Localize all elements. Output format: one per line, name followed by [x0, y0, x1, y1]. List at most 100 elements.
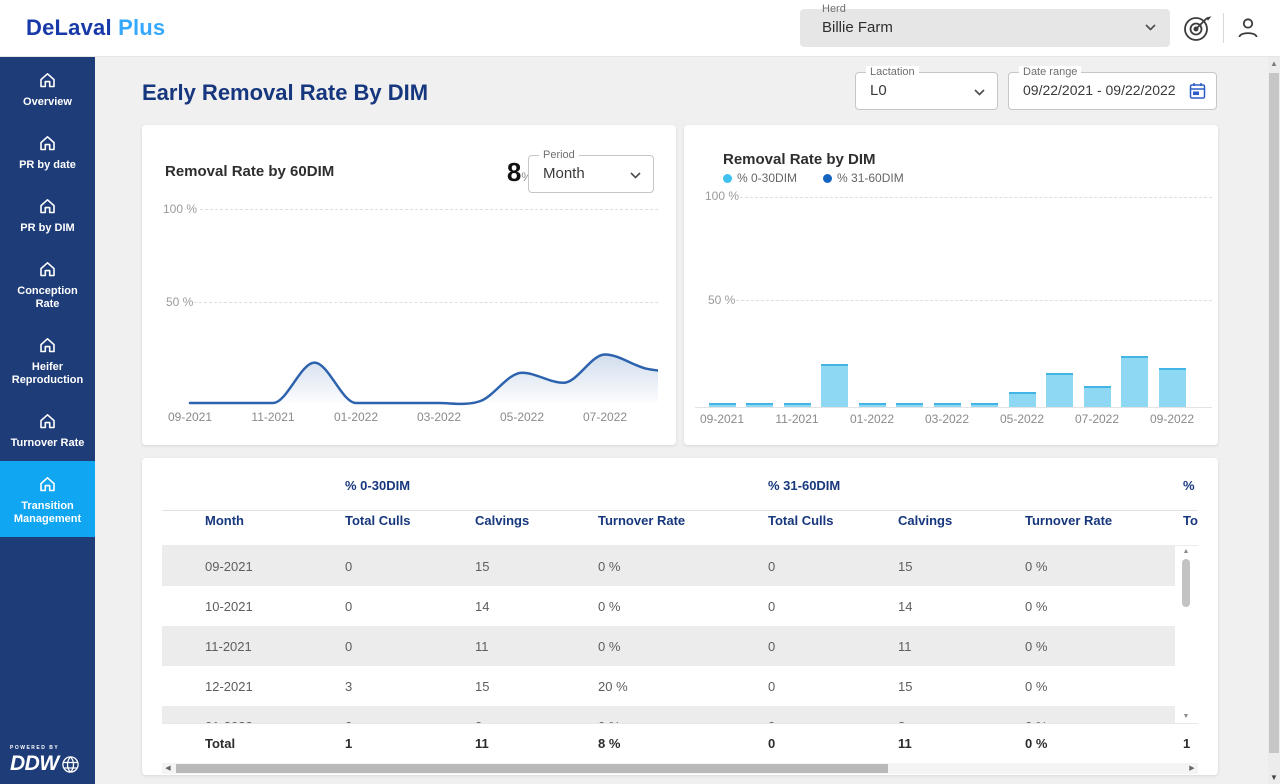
bar-09-2021[interactable]: [709, 403, 736, 407]
date-range-value: 09/22/2021 - 09/22/2022: [1023, 82, 1176, 98]
calendar-icon[interactable]: [1189, 82, 1206, 100]
total-cell: 11: [475, 736, 598, 751]
table-row-01-2022: 01-2022080 %080 %: [162, 706, 1175, 723]
date-range-field[interactable]: Date range 09/22/2021 - 09/22/2022: [1008, 72, 1217, 110]
total-cell: 8 %: [598, 736, 768, 751]
home-icon: [37, 196, 58, 216]
total-cell: 11: [898, 736, 1025, 751]
page-scroll-down-arrow[interactable]: ▼: [1268, 771, 1280, 784]
lactation-select[interactable]: Lactation L0: [855, 72, 998, 110]
total-cell: 1: [345, 736, 475, 751]
table-cell: 14: [898, 599, 1025, 614]
bar-08-2022[interactable]: [1121, 356, 1148, 407]
x-tick-label: 03-2022: [404, 410, 474, 424]
table-cell: 0: [768, 599, 898, 614]
page-scroll-up-arrow[interactable]: ▲: [1268, 57, 1280, 70]
bar-11-2021[interactable]: [784, 403, 811, 407]
home-icon: [37, 474, 58, 494]
legend-dot: [723, 174, 732, 183]
bar-01-2022[interactable]: [859, 403, 886, 407]
sidebar-item-pr-by-date[interactable]: PR by date: [0, 120, 95, 183]
table-cell: 15: [898, 679, 1025, 694]
powered-by-label: POWERED BY: [10, 745, 80, 751]
bar-chart-title: Removal Rate by DIM: [723, 151, 876, 168]
sidebar-item-label: Heifer Reproduction: [5, 361, 90, 387]
x-tick-label: 05-2022: [487, 410, 557, 424]
bar-04-2022[interactable]: [971, 403, 998, 407]
herd-select[interactable]: Herd Billie Farm: [800, 9, 1170, 47]
table-cell: 0: [768, 679, 898, 694]
bar-07-2022[interactable]: [1084, 386, 1111, 407]
home-icon: [37, 133, 58, 153]
sidebar-item-transition-management[interactable]: Transition Management: [0, 461, 95, 537]
bar-chart[interactable]: 09-202111-202101-202203-202205-202207-20…: [695, 277, 1212, 435]
col-header-calvings: Calvings: [475, 513, 598, 528]
scroll-left-arrow[interactable]: ◀: [162, 763, 174, 774]
horizontal-scroll-thumb[interactable]: [176, 764, 888, 773]
table-row-11-2021: 11-20210110 %0110 %: [162, 626, 1175, 666]
sidebar-item-heifer-reproduction[interactable]: Heifer Reproduction: [0, 322, 95, 398]
group-header--: %: [1183, 478, 1198, 493]
legend-item--0-30dim: % 0-30DIM: [723, 171, 797, 185]
scroll-down-arrow[interactable]: ▼: [1180, 711, 1192, 723]
col-header-total-culls: Total Culls: [1183, 513, 1198, 528]
table-cell: 0 %: [598, 599, 768, 614]
table-cell: 0 %: [598, 559, 768, 574]
sidebar-item-label: Conception Rate: [5, 285, 90, 311]
app-logo[interactable]: DeLaval Plus: [26, 15, 165, 41]
date-range-label: Date range: [1019, 66, 1081, 78]
table-cell: 0: [345, 559, 475, 574]
table-group-header-row: % 0-30DIM% 31-60DIM%: [162, 478, 1198, 508]
divider: [162, 510, 1198, 511]
vertical-scroll-thumb[interactable]: [1182, 559, 1190, 607]
table-cell: 0 %: [1025, 679, 1175, 694]
page-scroll-thumb[interactable]: [1269, 73, 1279, 753]
bar-05-2022[interactable]: [1009, 392, 1036, 407]
sidebar-item-conception-rate[interactable]: Conception Rate: [0, 246, 95, 322]
col-header-month: Month: [205, 513, 345, 528]
account-icon[interactable]: [1234, 14, 1262, 42]
bar-03-2022[interactable]: [934, 403, 961, 407]
line-ytick-100: 100 %: [163, 202, 197, 216]
x-tick-label: 11-2021: [762, 412, 832, 426]
bar-02-2022[interactable]: [896, 403, 923, 407]
sidebar-item-overview[interactable]: Overview: [0, 57, 95, 120]
ddw-globe-icon: [61, 755, 80, 774]
sidebar-item-turnover-rate[interactable]: Turnover Rate: [0, 398, 95, 461]
x-tick-label: 01-2022: [837, 412, 907, 426]
removal-table-card: % 0-30DIM% 31-60DIM% MonthTotal CullsCal…: [142, 458, 1218, 775]
col-header-total-culls: Total Culls: [768, 513, 898, 528]
table-body-viewport[interactable]: 09-20210150 %0150 %10-20210140 %0140 %11…: [162, 546, 1175, 723]
topbar-divider: [1223, 13, 1224, 43]
x-tick-label: 07-2022: [1062, 412, 1132, 426]
scroll-up-arrow[interactable]: ▲: [1180, 546, 1192, 558]
x-tick-label: 09-2021: [155, 410, 225, 424]
scroll-right-arrow[interactable]: ▶: [1186, 763, 1198, 774]
target-icon[interactable]: [1181, 12, 1213, 44]
total-cell: 0 %: [1025, 736, 1183, 751]
top-bar: DeLaval Plus Herd Billie Farm: [0, 0, 1280, 57]
bar-10-2021[interactable]: [746, 403, 773, 407]
table-header-row: MonthTotal CullsCalvingsTurnover RateTot…: [162, 513, 1198, 545]
bar-ytick-100: 100 %: [705, 189, 739, 203]
group-header--0-30dim: % 0-30DIM: [345, 478, 475, 493]
table-cell: 11-2021: [205, 639, 345, 654]
table-cell: 15: [898, 559, 1025, 574]
chevron-down-icon: [974, 89, 985, 96]
col-header-total-culls: Total Culls: [345, 513, 475, 528]
col-header-turnover-rate: Turnover Rate: [598, 513, 768, 528]
sidebar-item-pr-by-dim[interactable]: PR by DIM: [0, 183, 95, 246]
chevron-down-icon: [630, 172, 641, 179]
legend-label: % 0-30DIM: [737, 171, 797, 185]
period-select[interactable]: Period Month: [528, 155, 654, 193]
sidebar-item-label: Turnover Rate: [11, 437, 85, 450]
bar-06-2022[interactable]: [1046, 373, 1073, 407]
bar-09-2022[interactable]: [1159, 368, 1186, 407]
removal-rate-dim-card: Removal Rate by DIM % 0-30DIM% 31-60DIM …: [684, 125, 1218, 445]
bar-12-2021[interactable]: [821, 364, 848, 407]
gridline-100: [740, 197, 1212, 198]
home-icon: [37, 411, 58, 431]
table-row-09-2021: 09-20210150 %0150 %: [162, 546, 1175, 586]
x-tick-label: 07-2022: [570, 410, 640, 424]
table-cell: 0: [345, 639, 475, 654]
